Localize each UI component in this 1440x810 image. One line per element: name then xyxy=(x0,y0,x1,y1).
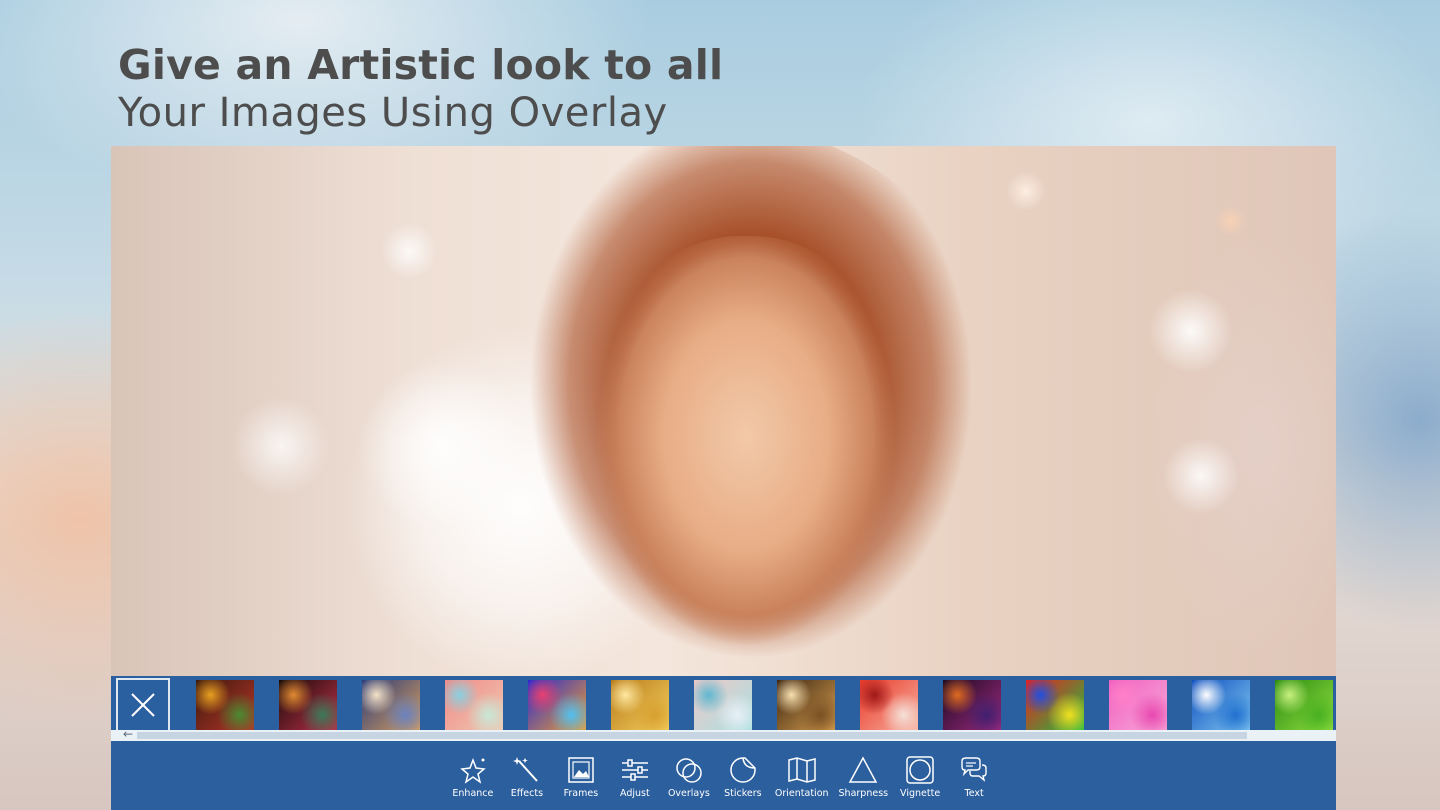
tool-label: Effects xyxy=(510,788,544,799)
scroll-left-arrow-icon[interactable]: ← xyxy=(123,727,133,741)
tool-vignette[interactable]: Vignette xyxy=(898,741,942,799)
edited-photo-canvas[interactable] xyxy=(111,146,1336,676)
vignette-square-icon xyxy=(906,756,934,784)
overlay-thumbnail-green-rays[interactable] xyxy=(1275,680,1333,730)
overlay-thumbnail-gold-bokeh-dark[interactable] xyxy=(777,680,835,730)
tool-stickers[interactable]: Stickers xyxy=(721,741,765,799)
tool-label: Enhance xyxy=(452,788,494,799)
overlay-thumbnail-purple-fire[interactable] xyxy=(943,680,1001,730)
scrollbar-thumb[interactable] xyxy=(137,732,1247,739)
overlay-thumbnail-bokeh-blue-gold[interactable] xyxy=(362,680,420,730)
magic-wand-icon xyxy=(512,757,538,782)
overlay-thumbnail-light-streaks-blue[interactable] xyxy=(528,680,586,730)
headline-line-1: Give an Artistic look to all xyxy=(118,41,724,89)
tool-label: Overlays xyxy=(667,788,710,799)
overlay-thumbnail-red-swirl[interactable] xyxy=(860,680,918,730)
tool-label: Text xyxy=(964,788,984,799)
tool-label: Frames xyxy=(563,788,599,799)
headline: Give an Artistic look to all Your Images… xyxy=(118,40,723,136)
tool-label: Sharpness xyxy=(838,788,889,799)
tool-effects[interactable]: Effects xyxy=(505,741,549,799)
close-overlays-button[interactable] xyxy=(116,678,170,732)
overlay-thumbnail-pink-magenta[interactable] xyxy=(1109,680,1167,730)
folded-map-icon xyxy=(787,757,816,783)
overlay-thumbnail-rainbow-burst[interactable] xyxy=(1026,680,1084,730)
tool-frames[interactable]: Frames xyxy=(559,741,603,799)
tool-enhance[interactable]: Enhance xyxy=(451,741,495,799)
triangle-icon xyxy=(849,756,878,783)
overlay-thumbnail-gold-glitter[interactable] xyxy=(611,680,669,730)
overlay-thumbnail-pastel-gradient[interactable] xyxy=(445,680,503,730)
tool-sharpness[interactable]: Sharpness xyxy=(838,741,889,799)
overlay-thumbnail-strip xyxy=(111,676,1336,734)
tool-overlays[interactable]: Overlays xyxy=(667,741,711,799)
overlay-thumbnail-teal-waves[interactable] xyxy=(694,680,752,730)
sticker-icon xyxy=(730,757,756,783)
overlay-thumbnail-blue-swirl[interactable] xyxy=(1192,680,1250,730)
picture-frame-icon xyxy=(568,757,594,783)
sparkle-star-icon xyxy=(460,757,486,784)
sliders-icon xyxy=(621,759,648,781)
thumbnail-scrollbar[interactable]: ← xyxy=(111,727,1336,741)
tool-label: Vignette xyxy=(900,788,941,799)
overlay-thumbnail-bokeh-red-green[interactable] xyxy=(196,680,254,730)
tool-label: Stickers xyxy=(724,788,762,799)
overlapping-circles-icon xyxy=(676,758,702,783)
tool-label: Adjust xyxy=(620,788,650,799)
speech-bubbles-icon xyxy=(961,757,987,782)
overlay-thumbnail-bokeh-dark-multicolor[interactable] xyxy=(279,680,337,730)
tool-text[interactable]: Text xyxy=(952,741,996,799)
tool-adjust[interactable]: Adjust xyxy=(613,741,657,799)
editing-toolbar: Enhance Effects Frames Adjust Overlays S… xyxy=(111,741,1336,810)
tool-label: Orientation xyxy=(774,788,829,799)
close-icon xyxy=(131,693,155,717)
tool-orientation[interactable]: Orientation xyxy=(775,741,829,799)
headline-line-2: Your Images Using Overlay xyxy=(118,90,668,136)
photo-subject-face xyxy=(581,236,911,666)
